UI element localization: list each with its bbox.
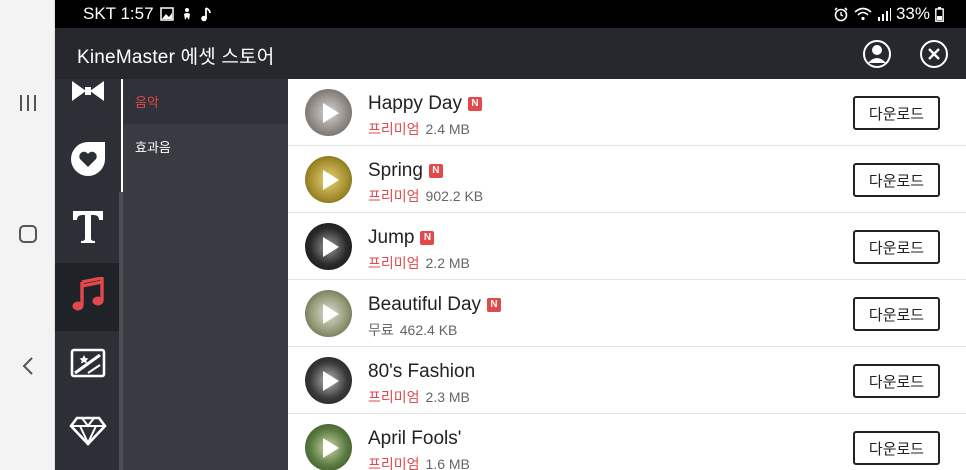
play-preview-button[interactable] (305, 290, 352, 337)
list-item[interactable]: 80's Fashion 프리미엄 2.3 MB 다운로드 (288, 347, 966, 414)
category-music[interactable] (55, 263, 121, 331)
alarm-icon (833, 6, 849, 22)
close-icon[interactable] (919, 39, 949, 69)
category-sticker[interactable] (55, 127, 121, 195)
asset-size: 462.4 KB (399, 322, 458, 338)
wifi-icon (854, 7, 872, 21)
download-button[interactable]: 다운로드 (853, 297, 940, 331)
new-badge: N (420, 231, 435, 245)
download-button[interactable]: 다운로드 (853, 163, 940, 197)
asset-name: Happy Day (368, 93, 462, 114)
recent-apps-icon[interactable] (0, 83, 55, 123)
category-effect[interactable] (55, 331, 121, 399)
play-icon (322, 236, 339, 257)
play-preview-button[interactable] (305, 223, 352, 270)
asset-size: 1.6 MB (425, 456, 470, 470)
asset-size: 2.2 MB (425, 255, 470, 271)
list-item[interactable]: Spring N 프리미엄 902.2 KB 다운로드 (288, 146, 966, 213)
music-notification-icon (200, 6, 212, 22)
asset-list: Happy Day N 프리미엄 2.4 MB 다운로드 Spring N 프리미엄 9… (288, 79, 966, 470)
battery-percent: 33% (895, 4, 930, 23)
premium-diamond-icon (69, 416, 107, 451)
play-icon (322, 169, 339, 190)
carrier-time: SKT 1:57 (83, 4, 154, 23)
asset-name: April Fools' (368, 428, 462, 449)
asset-name: 80's Fashion (368, 361, 476, 382)
play-preview-button[interactable] (305, 357, 352, 404)
account-icon[interactable] (862, 39, 892, 69)
subcategory-sound-effects[interactable]: 효과음 (123, 124, 288, 169)
category-premium[interactable] (55, 399, 121, 467)
accessibility-notification-icon (180, 7, 194, 21)
download-button[interactable]: 다운로드 (853, 230, 940, 264)
asset-name: Spring (368, 160, 423, 181)
category-text[interactable] (55, 195, 121, 263)
asset-size: 902.2 KB (425, 188, 484, 204)
play-icon (322, 370, 339, 391)
battery-icon (935, 6, 944, 22)
download-button[interactable]: 다운로드 (853, 364, 940, 398)
asset-tier: 프리미엄 (368, 121, 420, 137)
asset-name: Beautiful Day (368, 294, 482, 315)
download-button[interactable]: 다운로드 (853, 431, 940, 465)
music-note-icon (71, 275, 105, 318)
play-preview-button[interactable] (305, 89, 352, 136)
asset-tier: 프리미엄 (368, 255, 420, 271)
asset-tier: 무료 (368, 322, 394, 338)
subcategory-music[interactable]: 음악 (123, 79, 288, 124)
list-item[interactable]: Jump N 프리미엄 2.2 MB 다운로드 (288, 213, 966, 280)
category-transition[interactable] (55, 59, 121, 127)
asset-tier: 프리미엄 (368, 389, 420, 405)
gallery-notification-icon (159, 7, 174, 21)
subcategory-panel: 음악 효과음 (123, 79, 288, 470)
asset-size: 2.4 MB (425, 121, 470, 137)
asset-tier: 프리미엄 (368, 188, 420, 204)
sticker-heart-icon (69, 140, 107, 183)
back-icon[interactable] (0, 346, 55, 386)
home-icon[interactable] (0, 214, 55, 254)
list-item[interactable]: Happy Day N 프리미엄 2.4 MB 다운로드 (288, 79, 966, 146)
new-badge: N (468, 97, 482, 111)
category-rail (55, 79, 121, 470)
download-button[interactable]: 다운로드 (853, 96, 940, 130)
asset-name: Jump (368, 227, 415, 248)
list-item[interactable]: Beautiful Day N 무료 462.4 KB 다운로드 (288, 280, 966, 347)
text-T-icon (71, 209, 105, 250)
asset-size: 2.3 MB (425, 389, 470, 405)
transition-bowtie-icon (71, 79, 105, 108)
status-bar: SKT 1:57 33% (55, 0, 966, 28)
screen: SKT 1:57 33% KineMaster 에셋 스토어 음악 효과음 Ha… (0, 0, 966, 470)
play-icon (322, 437, 339, 458)
new-badge: N (487, 298, 502, 312)
play-preview-button[interactable] (305, 424, 352, 470)
signal-icon (877, 7, 891, 21)
asset-tier: 프리미엄 (368, 456, 420, 470)
new-badge: N (428, 164, 443, 178)
play-preview-button[interactable] (305, 156, 352, 203)
play-icon (322, 303, 339, 324)
system-navigation-bar (0, 0, 55, 470)
list-item[interactable]: April Fools' 프리미엄 1.6 MB 다운로드 (288, 414, 966, 470)
play-icon (322, 102, 339, 123)
app-header: KineMaster 에셋 스토어 (55, 28, 966, 79)
effect-image-icon (70, 347, 106, 384)
